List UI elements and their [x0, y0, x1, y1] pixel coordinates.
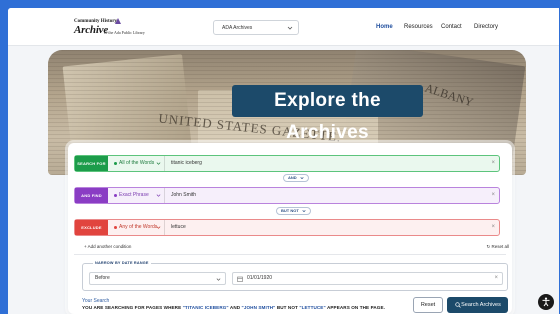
match-mode-select[interactable]: All of the Words [111, 156, 165, 171]
summary-term: "TITANIC ICEBERG" [182, 305, 229, 310]
row-tag: SEARCH FOR [75, 156, 108, 171]
date-range-legend: NARROW BY DATE RANGE [93, 261, 151, 265]
color-dot-icon [114, 162, 117, 165]
calendar-icon [237, 276, 243, 282]
match-mode-value: Exact Phrase [119, 192, 149, 198]
search-term-input[interactable]: titanic iceberg [171, 156, 202, 171]
nav-home[interactable]: Home [376, 24, 393, 30]
date-range-fieldset: NARROW BY DATE RANGE Before 01/01/1920 × [82, 261, 508, 291]
match-mode-select[interactable]: Any of the Words [111, 220, 165, 235]
collection-select-value: ADA Archives [222, 25, 253, 31]
nav-directory[interactable]: Directory [474, 24, 498, 30]
advanced-search-panel: SEARCH FOR All of the Words titanic iceb… [68, 143, 512, 314]
search-row-search-for: SEARCH FOR All of the Words titanic iceb… [74, 155, 500, 172]
summary-term: "LETTUCE" [299, 305, 326, 310]
clear-icon[interactable]: × [494, 273, 498, 284]
logo-line-3: of the Ada Public Library [104, 30, 145, 35]
search-icon [455, 302, 461, 308]
nav-resources[interactable]: Resources [404, 24, 433, 30]
search-button-label: Search Archives [461, 302, 501, 308]
logo-crest-icon [115, 18, 121, 24]
app-frame: Community History Archive of the Ada Pub… [8, 8, 559, 314]
reset-all-button[interactable]: ↻ Reset all [486, 244, 509, 250]
summary-text: YOU ARE SEARCHING FOR PAGES WHERE [82, 305, 183, 310]
chevron-down-icon [302, 210, 306, 213]
chevron-down-icon [287, 26, 293, 30]
color-dot-icon [114, 226, 117, 229]
operator-label: AND [288, 175, 297, 180]
chevron-down-icon [156, 162, 161, 165]
summary-text: AND [228, 305, 242, 310]
site-logo[interactable]: Community History Archive of the Ada Pub… [74, 18, 146, 39]
accessibility-button[interactable] [538, 294, 554, 310]
chevron-down-icon [156, 226, 161, 229]
date-input[interactable]: 01/01/1920 × [232, 272, 503, 285]
match-mode-select[interactable]: Exact Phrase [111, 188, 165, 203]
divider [74, 254, 506, 255]
operator-but-not[interactable]: BUT NOT [276, 207, 311, 215]
search-row-exclude: EXCLUDE Any of the Words lettuce × [74, 219, 500, 236]
date-qualifier-value: Before [95, 275, 110, 281]
match-mode-value: All of the Words [119, 160, 155, 166]
clear-icon[interactable]: × [491, 156, 495, 171]
logo-line-2: Archive [74, 24, 109, 36]
clear-icon[interactable]: × [491, 188, 495, 203]
date-qualifier-select[interactable]: Before [89, 272, 226, 285]
date-value: 01/01/1920 [247, 275, 273, 281]
accessibility-icon [542, 297, 550, 307]
chevron-down-icon [156, 194, 161, 197]
summary-label: Your Search [82, 298, 110, 304]
search-row-and-find: AND FIND Exact Phrase John Smith × [74, 187, 500, 204]
page-title: Explore the Archives [232, 85, 423, 143]
summary-text: BUT NOT [275, 305, 300, 310]
search-summary: YOU ARE SEARCHING FOR PAGES WHERE "TITAN… [82, 305, 385, 310]
row-tag: AND FIND [75, 188, 108, 203]
nav-contact[interactable]: Contact [441, 24, 462, 30]
operator-label: BUT NOT [281, 208, 299, 213]
clear-icon[interactable]: × [491, 220, 495, 235]
summary-text: APPEARS ON THE PAGE. [325, 305, 386, 310]
collection-select[interactable]: ADA Archives [213, 20, 299, 35]
top-navbar: Community History Archive of the Ada Pub… [8, 8, 559, 46]
operator-and[interactable]: AND [283, 174, 309, 182]
chevron-down-icon [300, 177, 304, 180]
color-dot-icon [114, 194, 117, 197]
search-term-input[interactable]: lettuce [171, 220, 186, 235]
chevron-down-icon [216, 278, 221, 281]
summary-term: "JOHN SMITH" [241, 305, 276, 310]
add-condition-button[interactable]: + Add another condition [84, 244, 131, 249]
match-mode-value: Any of the Words [119, 224, 158, 230]
reset-button[interactable]: Reset [413, 297, 443, 313]
search-term-input[interactable]: John Smith [171, 188, 196, 203]
row-tag: EXCLUDE [75, 220, 108, 235]
search-archives-button[interactable]: Search Archives [447, 297, 508, 313]
